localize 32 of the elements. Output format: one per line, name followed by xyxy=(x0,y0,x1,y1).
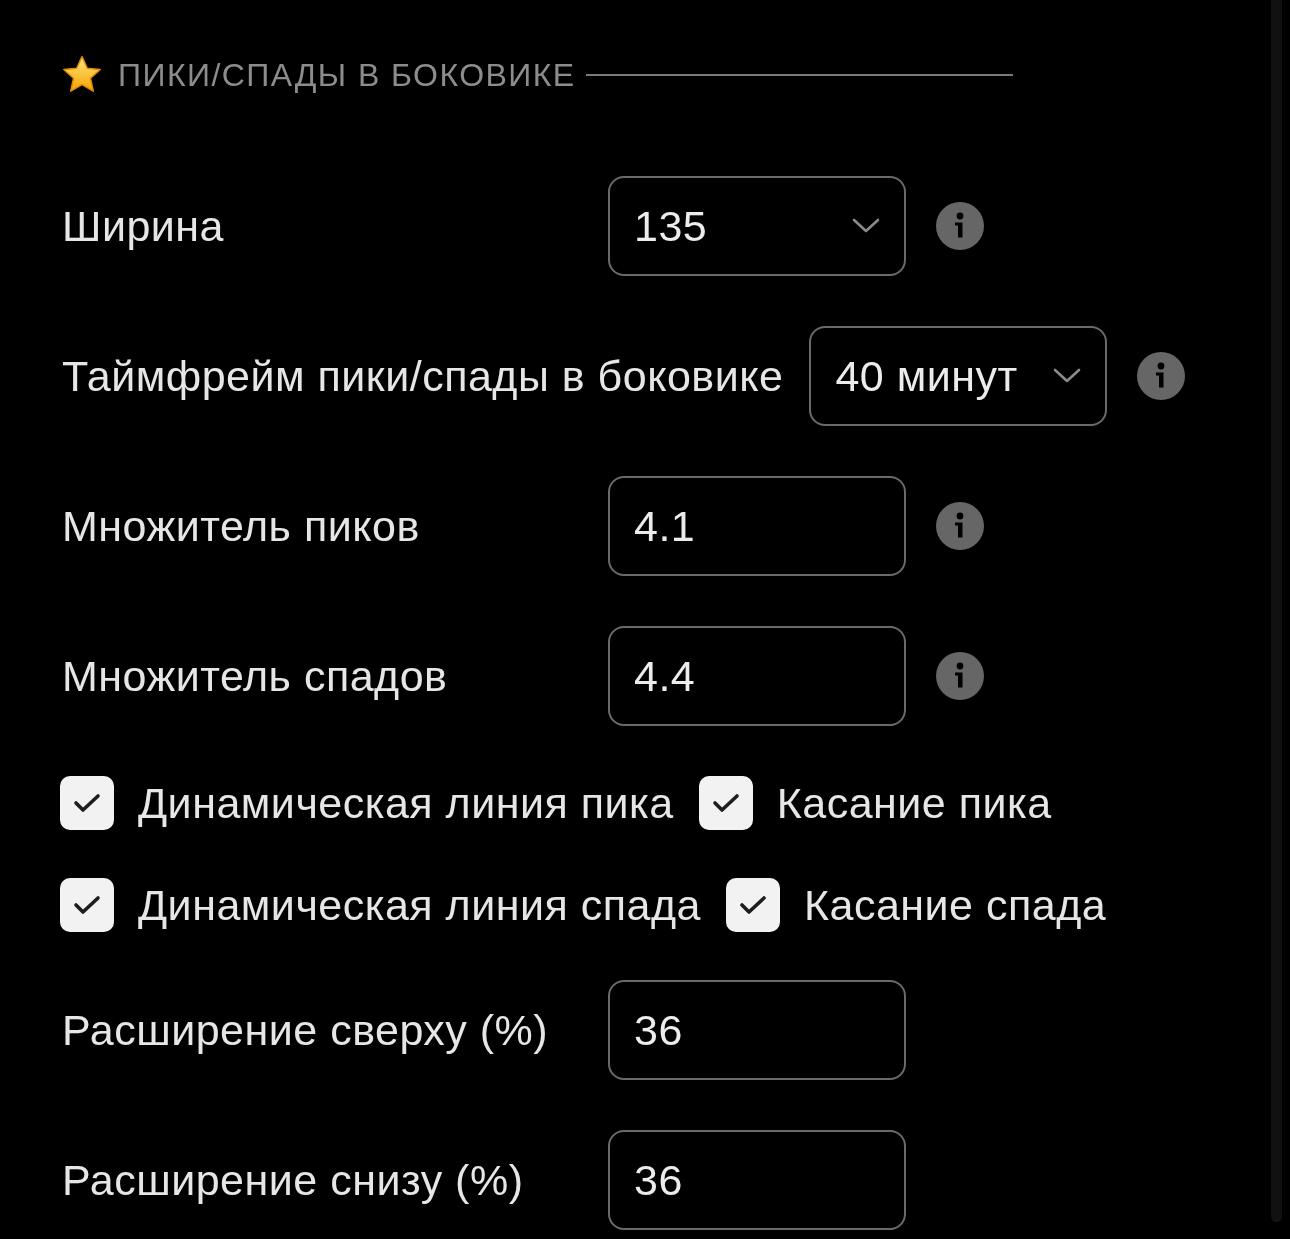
checkbox[interactable] xyxy=(60,776,114,830)
field-label: Расширение снизу (%) xyxy=(61,1155,525,1205)
checkmark-icon xyxy=(711,793,740,813)
input-field[interactable]: 36 xyxy=(608,980,906,1080)
checkmark-icon xyxy=(738,895,767,915)
checkbox[interactable] xyxy=(725,878,780,932)
field-label: Расширение сверху (%) xyxy=(61,1005,550,1055)
select-dropdown[interactable]: 40 минут xyxy=(809,326,1108,426)
checkmark-icon xyxy=(73,895,101,915)
info-icon[interactable] xyxy=(936,652,984,700)
input-field[interactable]: 4.4 xyxy=(608,626,906,726)
input-field[interactable]: 36 xyxy=(608,1130,906,1230)
checkmark-icon xyxy=(73,793,101,813)
checkbox[interactable] xyxy=(698,776,753,830)
info-icon[interactable] xyxy=(936,502,984,550)
checkbox-label[interactable]: Касание пика xyxy=(776,778,1052,828)
chevron-down-icon xyxy=(852,218,880,234)
checkbox-label[interactable]: Касание спада xyxy=(803,880,1107,930)
input-field[interactable]: 4.1 xyxy=(608,476,906,576)
field-label: Ширина xyxy=(61,201,226,251)
field-label: Множитель спадов xyxy=(61,651,449,701)
field-label: Таймфрейм пики/спады в боковике xyxy=(61,351,784,401)
info-icon[interactable] xyxy=(1137,352,1186,400)
star-icon xyxy=(62,55,102,95)
checkbox-label[interactable]: Динамическая линия пика xyxy=(138,778,674,828)
checkbox-label[interactable]: Динамическая линия спада xyxy=(138,880,701,930)
select-dropdown[interactable]: 135 xyxy=(608,176,906,276)
checkbox[interactable] xyxy=(60,878,114,932)
info-icon[interactable] xyxy=(936,202,984,250)
field-label: Множитель пиков xyxy=(61,501,421,551)
chevron-down-icon xyxy=(1053,368,1082,384)
section-title: ПИКИ/СПАДЫ В БОКОВИКЕ xyxy=(118,56,576,94)
